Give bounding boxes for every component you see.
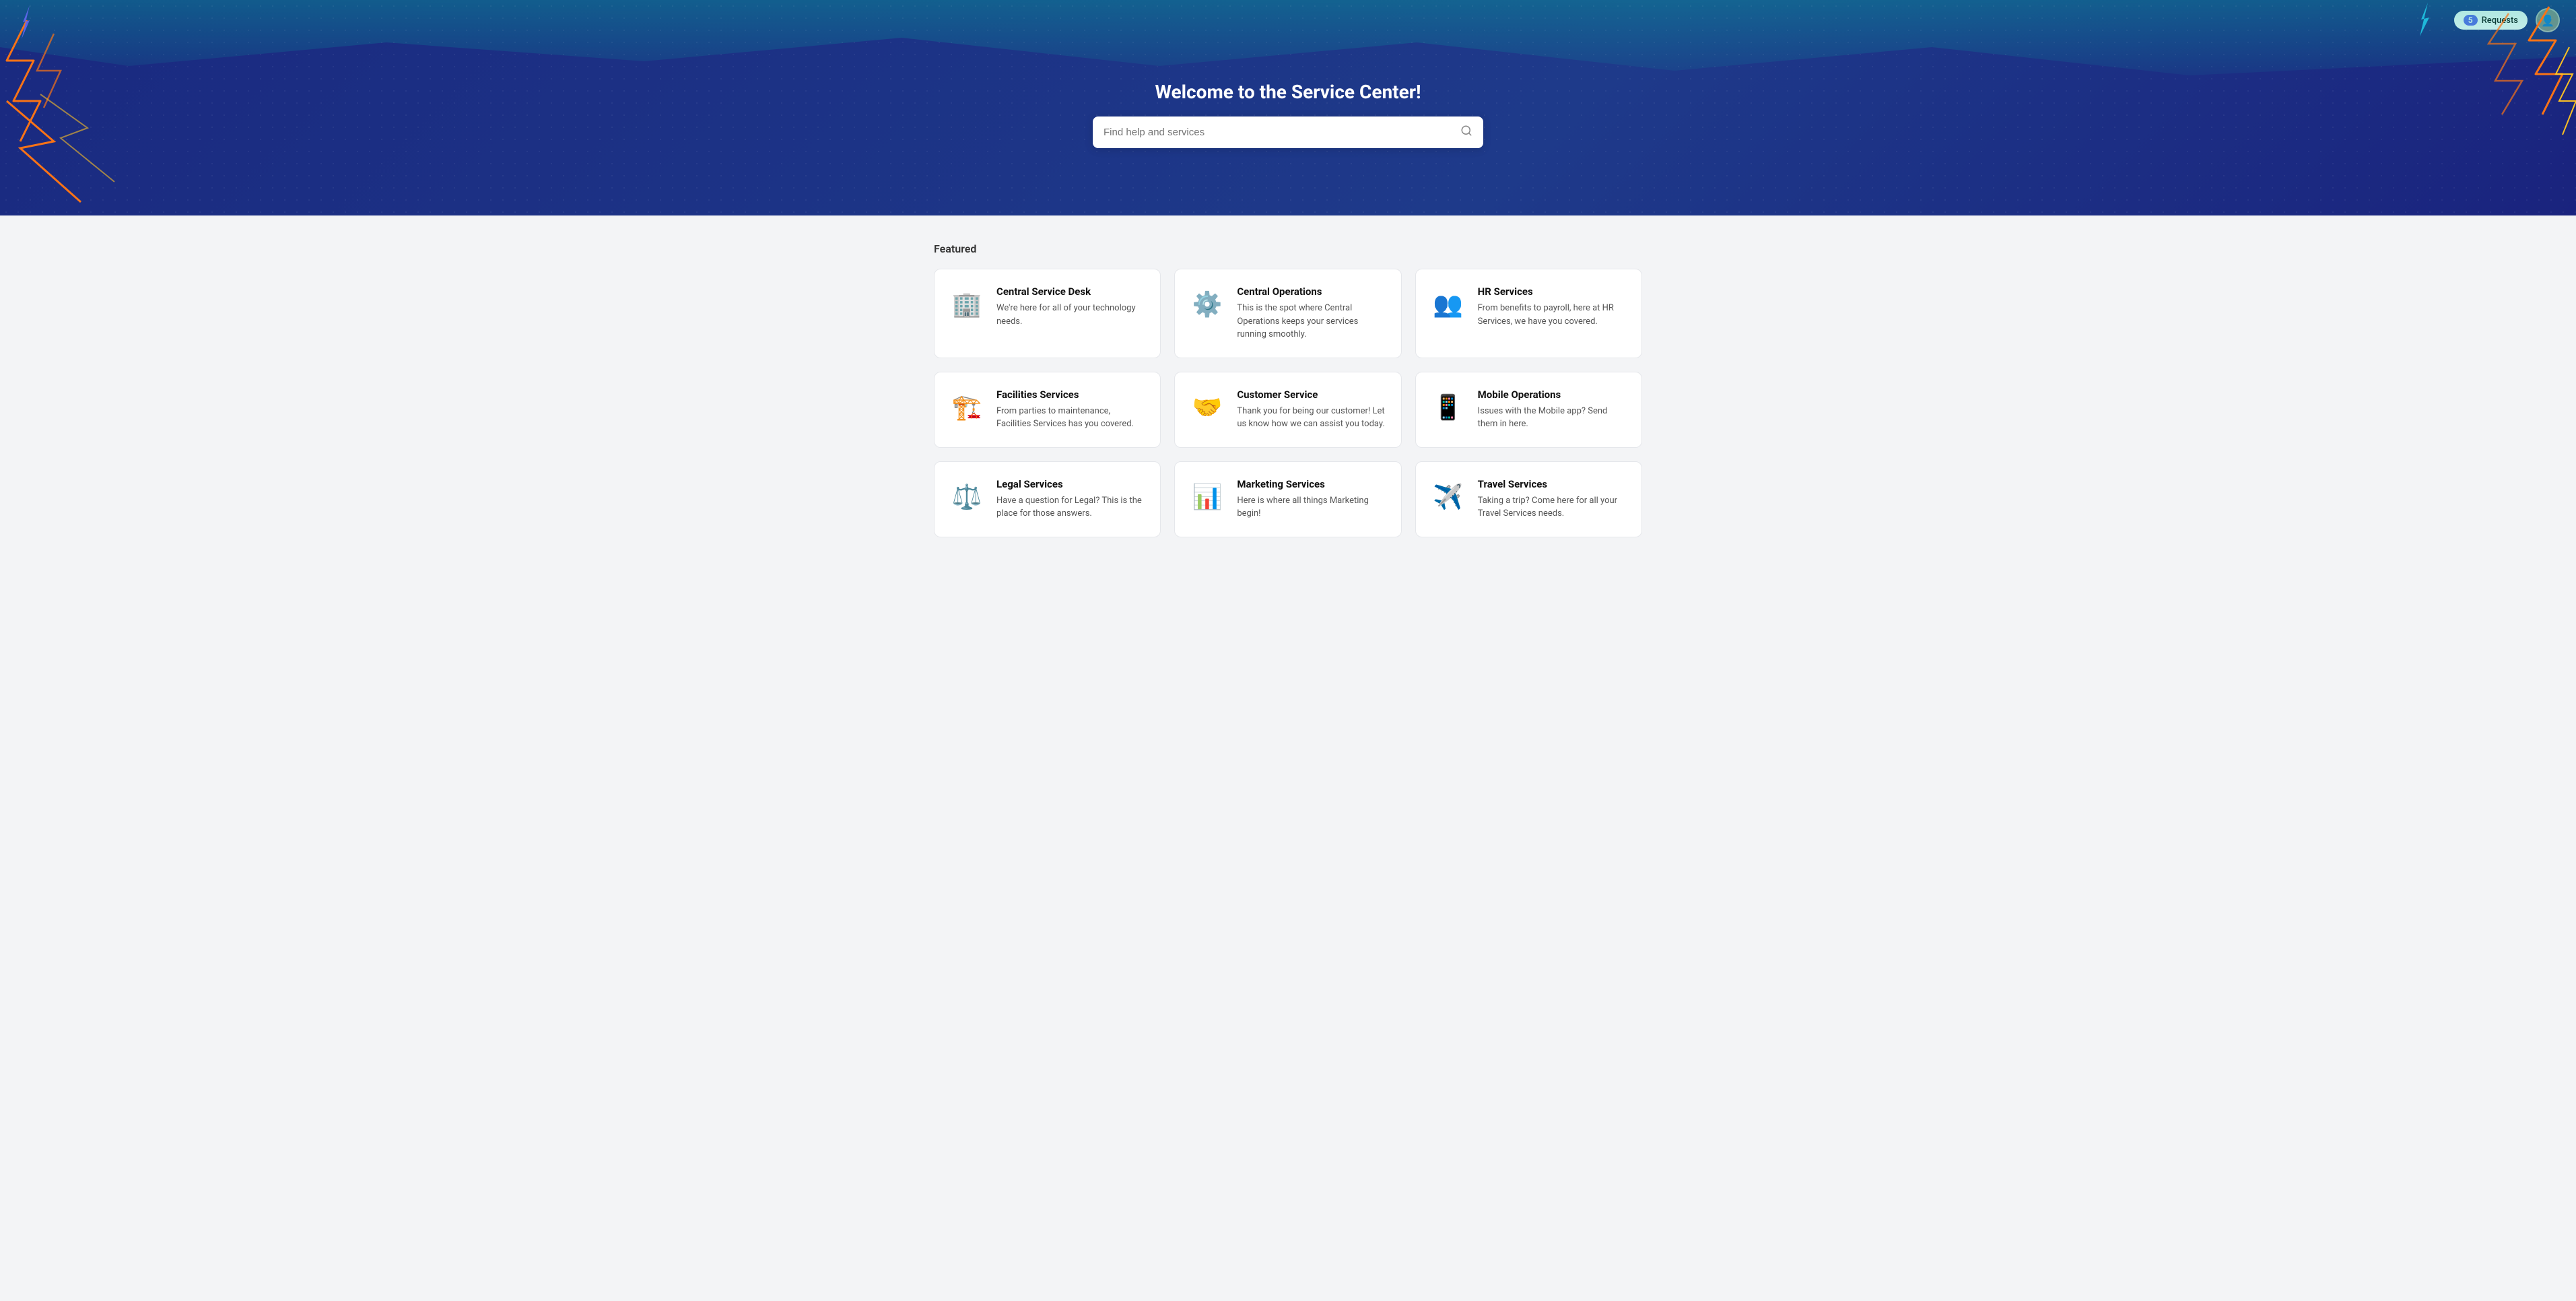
search-icon [1460, 125, 1472, 140]
card-body-central-operations: Central Operations This is the spot wher… [1237, 286, 1387, 341]
card-travel-services[interactable]: ✈️ Travel Services Taking a trip? Come h… [1415, 461, 1642, 537]
card-central-operations[interactable]: ⚙️ Central Operations This is the spot w… [1174, 269, 1401, 358]
card-legal-services[interactable]: ⚖️ Legal Services Have a question for Le… [934, 461, 1161, 537]
card-hr-services[interactable]: 👥 HR Services From benefits to payroll, … [1415, 269, 1642, 358]
card-body-central-service-desk: Central Service Desk We're here for all … [996, 286, 1147, 328]
card-desc-central-service-desk: We're here for all of your technology ne… [996, 302, 1147, 328]
card-icon-central-operations: ⚙️ [1188, 286, 1226, 323]
card-icon-central-service-desk: 🏢 [948, 286, 986, 323]
card-mobile-operations[interactable]: 📱 Mobile Operations Issues with the Mobi… [1415, 372, 1642, 448]
card-body-facilities-services: Facilities Services From parties to main… [996, 389, 1147, 431]
card-desc-hr-services: From benefits to payroll, here at HR Ser… [1478, 302, 1628, 328]
card-body-legal-services: Legal Services Have a question for Legal… [996, 478, 1147, 521]
card-desc-central-operations: This is the spot where Central Operation… [1237, 302, 1387, 341]
card-desc-customer-service: Thank you for being our customer! Let us… [1237, 405, 1387, 431]
card-central-service-desk[interactable]: 🏢 Central Service Desk We're here for al… [934, 269, 1161, 358]
search-bar [1093, 116, 1483, 148]
card-title-central-service-desk: Central Service Desk [996, 286, 1147, 298]
card-desc-legal-services: Have a question for Legal? This is the p… [996, 494, 1147, 521]
hero-content: Welcome to the Service Center! [0, 40, 2576, 175]
card-title-legal-services: Legal Services [996, 478, 1147, 490]
card-body-customer-service: Customer Service Thank you for being our… [1237, 389, 1387, 431]
card-body-travel-services: Travel Services Taking a trip? Come here… [1478, 478, 1628, 521]
card-desc-mobile-operations: Issues with the Mobile app? Send them in… [1478, 405, 1628, 431]
hero-title: Welcome to the Service Center! [1155, 81, 1421, 103]
card-customer-service[interactable]: 🤝 Customer Service Thank you for being o… [1174, 372, 1401, 448]
card-title-central-operations: Central Operations [1237, 286, 1387, 298]
card-desc-travel-services: Taking a trip? Come here for all your Tr… [1478, 494, 1628, 521]
search-input[interactable] [1104, 127, 1455, 138]
card-icon-travel-services: ✈️ [1429, 478, 1467, 516]
card-icon-customer-service: 🤝 [1188, 389, 1226, 426]
card-title-hr-services: HR Services [1478, 286, 1628, 298]
featured-section-title: Featured [934, 242, 1642, 255]
card-facilities-services[interactable]: 🏗️ Facilities Services From parties to m… [934, 372, 1161, 448]
card-body-hr-services: HR Services From benefits to payroll, he… [1478, 286, 1628, 328]
card-marketing-services[interactable]: 📊 Marketing Services Here is where all t… [1174, 461, 1401, 537]
card-icon-facilities-services: 🏗️ [948, 389, 986, 426]
card-title-customer-service: Customer Service [1237, 389, 1387, 401]
card-icon-mobile-operations: 📱 [1429, 389, 1467, 426]
card-desc-marketing-services: Here is where all things Marketing begin… [1237, 494, 1387, 521]
main-content: Featured 🏢 Central Service Desk We're he… [918, 215, 1658, 564]
featured-cards-grid: 🏢 Central Service Desk We're here for al… [934, 269, 1642, 537]
card-title-facilities-services: Facilities Services [996, 389, 1147, 401]
card-body-marketing-services: Marketing Services Here is where all thi… [1237, 478, 1387, 521]
card-body-mobile-operations: Mobile Operations Issues with the Mobile… [1478, 389, 1628, 431]
card-icon-marketing-services: 📊 [1188, 478, 1226, 516]
card-icon-hr-services: 👥 [1429, 286, 1467, 323]
card-title-travel-services: Travel Services [1478, 478, 1628, 490]
hero-section: 5 Requests 👤 Welcome to the Service Cent… [0, 0, 2576, 215]
card-title-marketing-services: Marketing Services [1237, 478, 1387, 490]
card-desc-facilities-services: From parties to maintenance, Facilities … [996, 405, 1147, 431]
card-icon-legal-services: ⚖️ [948, 478, 986, 516]
card-title-mobile-operations: Mobile Operations [1478, 389, 1628, 401]
